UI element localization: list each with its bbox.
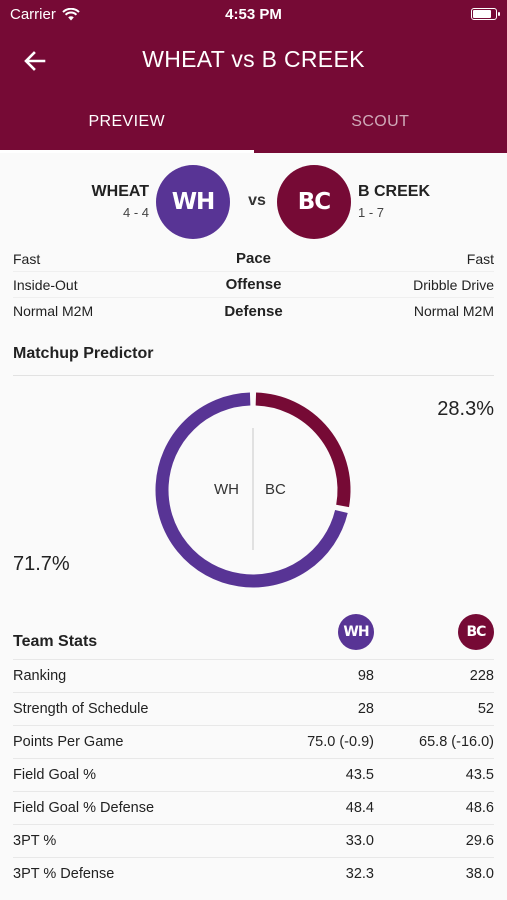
matchup-header: WHEAT 4 - 4 WH vs BC B CREEK 1 - 7 [0,165,507,240]
stat-home-value: 48.4 [345,800,374,816]
status-time: 4:53 PM [225,6,282,23]
stat-away-value: 29.6 [465,833,494,849]
home-team-abbr: WH [171,189,216,215]
stats-away-badge: BC [458,614,494,650]
stat-away-value: 52 [477,701,494,717]
home-win-pct: 71.7% [13,553,70,575]
stat-label: Field Goal % Defense [13,800,155,816]
home-donut-label: WH [214,481,239,498]
away-team-badge[interactable]: BC [277,165,351,239]
away-team-abbr: BC [297,189,331,215]
stat-away-value: 43.5 [465,767,494,783]
style-comparison: Fast Pace Fast Inside-Out Offense Dribbl… [13,246,494,324]
page-title: WHEAT vs B CREEK [142,46,365,72]
stat-home-value: 75.0 (-0.9) [307,734,374,750]
away-team-record: 1 - 7 [358,205,385,220]
team-stats-title: Team Stats [13,633,98,650]
predictor-donut: WH BC [155,392,351,588]
stat-label: 3PT % Defense [13,866,115,882]
stat-away-value: 38.0 [465,866,494,882]
stat-away-value: 228 [469,668,494,684]
tab-bar: PREVIEW SCOUT [0,96,507,153]
away-donut-label: BC [265,481,286,498]
stat-home-value: 32.3 [345,866,374,882]
away-win-pct: 28.3% [437,398,494,420]
predictor-title: Matchup Predictor [13,345,154,362]
tab-preview[interactable]: PREVIEW [0,96,254,153]
comparison-label: Defense [224,302,283,320]
comparison-row: Fast Pace Fast [13,246,494,272]
stat-home-value: 98 [357,668,374,684]
tab-scout[interactable]: SCOUT [254,96,507,153]
stats-row: Field Goal % Defense 48.4 48.6 [13,791,494,824]
stat-label: Ranking [13,668,67,684]
stats-home-badge: WH [338,614,374,650]
stats-row: Ranking 98 228 [13,659,494,692]
tab-preview-label: PREVIEW [88,113,166,130]
team-stats-table: Ranking 98 228 Strength of Schedule 28 5… [13,659,494,890]
comparison-row: Normal M2M Defense Normal M2M [13,298,494,324]
stat-home-value: 33.0 [345,833,374,849]
stat-label: Field Goal % [13,767,97,783]
comparison-label: Pace [235,250,272,267]
stats-away-abbr: BC [466,624,487,640]
comparison-label: Offense [225,276,282,293]
home-team-badge[interactable]: WH [156,165,230,239]
stat-home-value: 43.5 [345,767,374,783]
stat-home-value: 28 [357,701,374,717]
comparison-row: Inside-Out Offense Dribble Drive [13,272,494,298]
stat-label: Points Per Game [13,734,124,750]
home-team-record: 4 - 4 [122,205,149,220]
stats-row: Strength of Schedule 28 52 [13,692,494,725]
stat-away-value: 48.6 [465,800,494,816]
home-team-name: WHEAT [91,183,149,200]
tab-indicator [0,150,254,153]
app-bar: WHEAT vs B CREEK [0,36,507,86]
away-team-name: B CREEK [358,183,431,200]
stat-label: 3PT % [13,833,57,849]
stats-home-abbr: WH [343,624,369,640]
stat-label: Strength of Schedule [13,701,149,717]
app-header: Carrier 4:53 PM WHEAT vs B CREEK PREVIEW… [0,0,507,153]
stats-row: 3PT % Defense 32.3 38.0 [13,857,494,890]
status-bar: Carrier 4:53 PM [0,0,507,28]
predictor-divider [13,375,494,376]
stat-away-value: 65.8 (-16.0) [419,734,494,750]
stats-row: Field Goal % 43.5 43.5 [13,758,494,791]
stats-row: Points Per Game 75.0 (-0.9) 65.8 (-16.0) [13,725,494,758]
battery-icon [471,8,500,20]
stats-row: 3PT % 33.0 29.6 [13,824,494,857]
tab-scout-label: SCOUT [351,113,410,130]
vs-label: vs [248,192,266,209]
